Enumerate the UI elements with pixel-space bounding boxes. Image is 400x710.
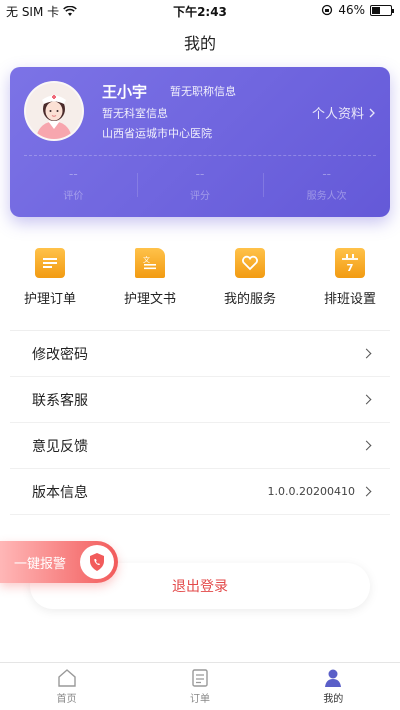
stats-row: -- 评价 -- 评分 -- 服务人次 — [10, 167, 390, 202]
profile-details-link[interactable]: 个人资料 — [312, 103, 376, 122]
document-icon: 文 — [135, 248, 165, 278]
quick-item-nursing-documents[interactable]: 文 护理文书 — [100, 248, 200, 307]
quick-label: 护理订单 — [23, 292, 76, 307]
card-divider — [24, 155, 376, 156]
settings-item-version-info[interactable]: 版本信息 1.0.0.20200410 — [10, 469, 390, 515]
heart-service-icon — [235, 248, 265, 278]
avatar[interactable] — [24, 81, 84, 141]
settings-item-label: 意见反馈 — [32, 438, 88, 455]
chevron-right-icon — [361, 486, 372, 497]
chevron-right-icon — [369, 108, 375, 117]
alarm-label: 一键报警 — [14, 556, 67, 572]
stat-value: -- — [322, 167, 332, 181]
stat-rating-count: -- 评价 — [10, 167, 137, 202]
settings-item-label: 联系客服 — [32, 392, 88, 409]
version-number: 1.0.0.20200410 — [267, 485, 355, 498]
tab-label: 我的 — [323, 694, 344, 705]
settings-item-feedback[interactable]: 意见反馈 — [10, 423, 390, 469]
orientation-lock-icon — [322, 4, 333, 16]
stat-label: 评分 — [190, 191, 210, 202]
user-icon — [325, 669, 342, 687]
battery-percent: 46% — [338, 3, 365, 17]
order-list-icon — [35, 248, 65, 278]
settings-item-label: 修改密码 — [32, 346, 88, 363]
nurse-avatar-icon — [26, 83, 82, 139]
tab-orders[interactable]: 订单 — [133, 663, 266, 710]
chevron-right-icon — [361, 348, 372, 359]
settings-item-right — [361, 394, 372, 405]
battery-fill — [372, 6, 381, 14]
department-info: 暂无科室信息 — [102, 107, 168, 120]
status-right: 46% — [321, 3, 394, 17]
quick-label: 我的服务 — [223, 292, 276, 307]
stat-value: -- — [195, 167, 205, 181]
stat-score: -- 评分 — [136, 167, 264, 202]
logout-label: 退出登录 — [172, 579, 228, 595]
quick-item-schedule-settings[interactable]: 7 排班设置 — [300, 248, 400, 307]
tab-label: 首页 — [56, 694, 77, 705]
quick-label: 排班设置 — [323, 292, 376, 307]
tab-mine[interactable]: 我的 — [267, 663, 400, 710]
home-icon — [57, 669, 76, 687]
page-title: 我的 — [183, 34, 216, 53]
tab-bar: 首页 订单 我的 — [0, 662, 400, 710]
user-name: 王小宇 — [102, 83, 148, 101]
calendar-icon: 7 — [335, 248, 365, 278]
stat-label: 服务人次 — [306, 191, 347, 202]
battery-icon — [370, 4, 394, 16]
settings-item-change-password[interactable]: 修改密码 — [10, 331, 390, 377]
stat-service-count: -- 服务人次 — [263, 167, 390, 202]
settings-list: 修改密码 联系客服 意见反馈 版本信息 1.0.0.20200410 — [0, 331, 400, 515]
tab-home[interactable]: 首页 — [0, 663, 133, 710]
chevron-right-icon — [361, 440, 372, 451]
profile-link-label: 个人资料 — [311, 107, 364, 122]
orders-icon — [192, 669, 208, 687]
chevron-right-icon — [361, 394, 372, 405]
title-info: 暂无职称信息 — [170, 85, 236, 98]
emergency-alarm-button[interactable]: 一键报警 — [0, 541, 118, 583]
settings-item-right — [361, 348, 372, 359]
shield-phone-icon — [80, 545, 114, 579]
settings-item-right: 1.0.0.20200410 — [267, 485, 372, 498]
quick-menu: 护理订单 文 护理文书 我的服务 7 排班设置 — [0, 248, 400, 307]
quick-item-my-services[interactable]: 我的服务 — [200, 248, 300, 307]
calendar-badge: 7 — [347, 263, 354, 274]
quick-label: 护理文书 — [123, 292, 176, 307]
settings-item-label: 版本信息 — [32, 484, 88, 501]
status-bar: 无 SIM 卡 下午2:43 46% — [0, 0, 400, 22]
stat-label: 评价 — [63, 191, 84, 202]
quick-item-nursing-orders[interactable]: 护理订单 — [0, 248, 100, 307]
settings-item-contact-support[interactable]: 联系客服 — [10, 377, 390, 423]
hospital-name: 山西省运城市中心医院 — [102, 127, 212, 140]
stat-value: -- — [69, 167, 78, 181]
tab-label: 订单 — [189, 694, 210, 705]
settings-item-right — [361, 440, 372, 451]
svg-text:文: 文 — [143, 255, 150, 264]
profile-card[interactable]: 王小宇 暂无职称信息 暂无科室信息 山西省运城市中心医院 个人资料 -- 评价 … — [10, 67, 390, 217]
